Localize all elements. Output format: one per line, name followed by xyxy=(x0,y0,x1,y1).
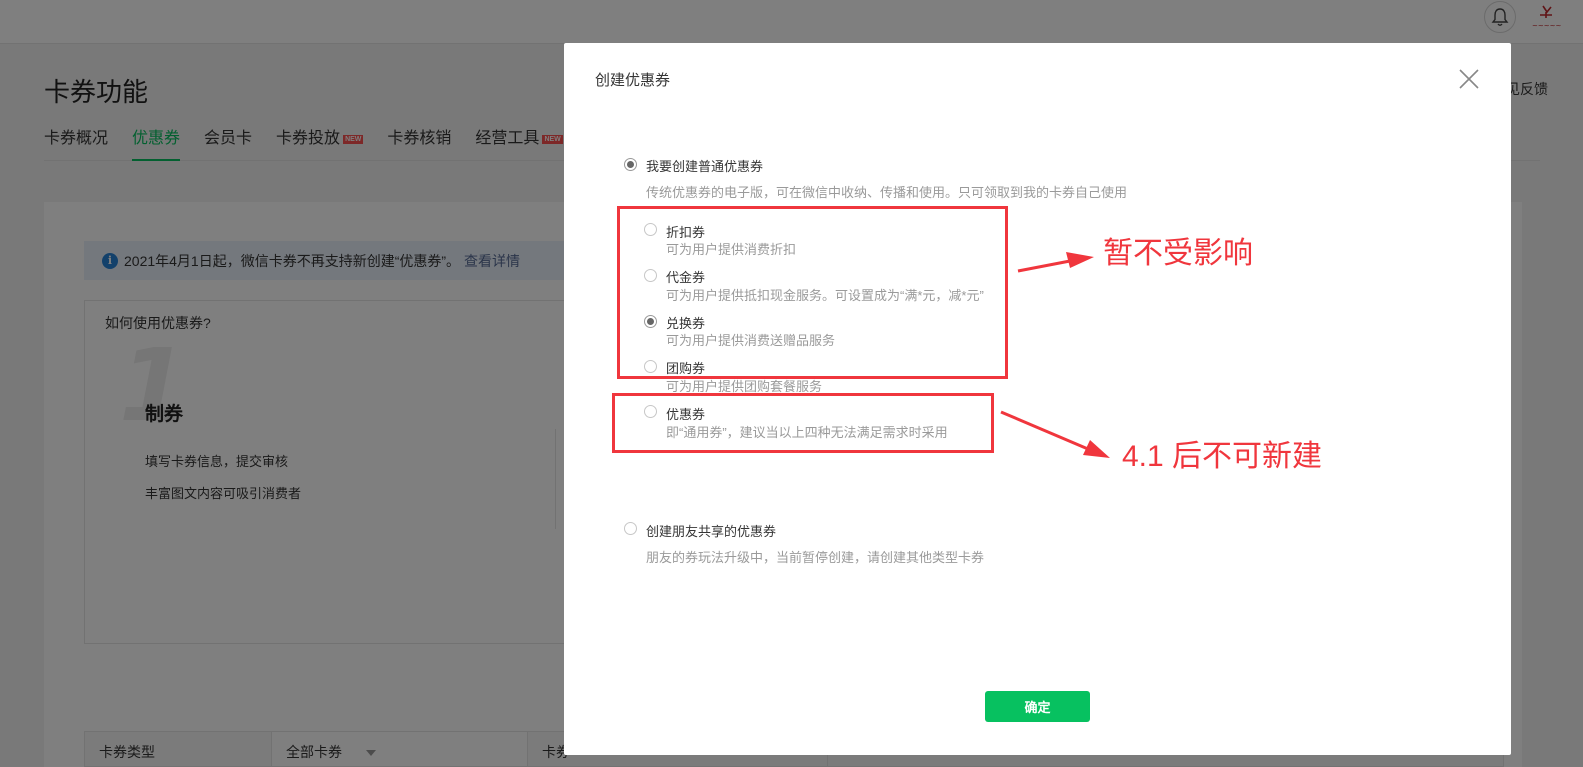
annotation-box-unaffected xyxy=(617,206,1008,379)
friend-coupon-desc: 朋友的券玩法升级中，当前暂停创建，请创建其他类型卡券 xyxy=(646,550,985,565)
confirm-button[interactable]: 确定 xyxy=(985,691,1090,722)
annotation-no-new: 4.1 后不可新建 xyxy=(1122,440,1323,473)
annotation-box-no-new xyxy=(612,393,994,453)
normal-coupon-label: 我要创建普通优惠券 xyxy=(646,159,764,174)
close-icon[interactable] xyxy=(1457,67,1481,91)
radio-friend-coupon[interactable] xyxy=(624,522,637,535)
friend-coupon-label: 创建朋友共享的优惠券 xyxy=(646,524,777,539)
normal-coupon-desc: 传统优惠券的电子版，可在微信中收纳、传播和使用。只可领取到我的卡券自己使用 xyxy=(646,185,1128,200)
annotation-unaffected: 暂不受影响 xyxy=(1103,237,1253,270)
dialog-title: 创建优惠券 xyxy=(595,72,671,89)
radio-normal-coupon[interactable] xyxy=(624,158,637,171)
